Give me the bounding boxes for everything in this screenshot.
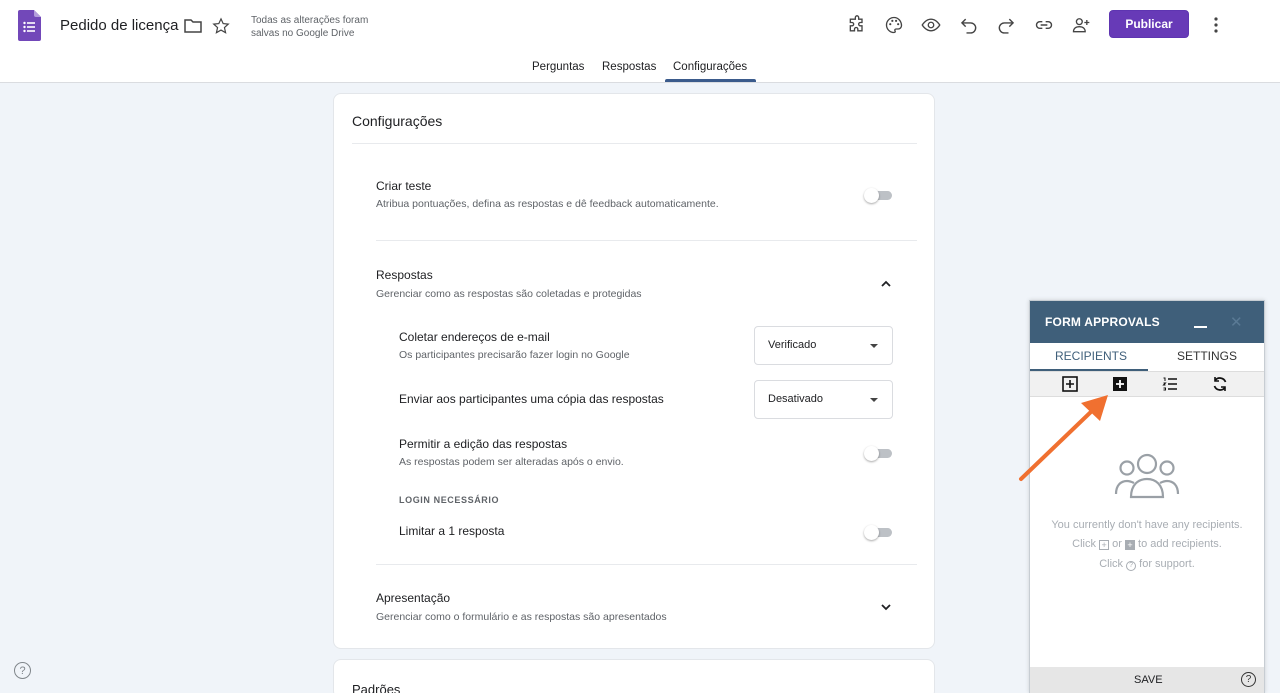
tab-respostas[interactable]: Respostas bbox=[602, 61, 656, 73]
list-ordered-icon[interactable] bbox=[1162, 376, 1178, 392]
quiz-title: Criar teste bbox=[376, 179, 432, 193]
divider bbox=[376, 564, 917, 565]
tab-recipients[interactable]: RECIPIENTS bbox=[1055, 349, 1127, 363]
add-collaborator-icon[interactable] bbox=[1069, 13, 1093, 37]
collect-email-subtitle: Os participantes precisarão fazer login … bbox=[399, 349, 630, 361]
send-copy-select[interactable]: Desativado bbox=[754, 380, 893, 419]
login-required-label: LOGIN NECESSÁRIO bbox=[399, 495, 500, 505]
collect-email-title: Coletar endereços de e-mail bbox=[399, 330, 550, 344]
defaults-title: Padrões bbox=[352, 682, 401, 693]
responses-title: Respostas bbox=[376, 268, 433, 282]
divider bbox=[352, 143, 917, 144]
panel-tabs: RECIPIENTS SETTINGS bbox=[1030, 343, 1264, 371]
tab-configuracoes[interactable]: Configurações bbox=[673, 61, 747, 73]
chevron-up-icon[interactable] bbox=[879, 277, 893, 291]
presentation-subtitle: Gerenciar como o formulário e as respost… bbox=[376, 611, 667, 623]
minimize-icon[interactable] bbox=[1194, 326, 1207, 328]
save-status: Todas as alterações foram salvas no Goog… bbox=[251, 15, 369, 39]
panel-title: FORM APPROVALS bbox=[1045, 315, 1160, 329]
send-copy-value: Desativado bbox=[768, 393, 824, 405]
help-icon[interactable]: ? bbox=[14, 662, 31, 679]
palette-icon[interactable] bbox=[882, 13, 906, 37]
google-forms-logo-icon[interactable] bbox=[18, 10, 41, 41]
settings-title: Configurações bbox=[352, 113, 443, 129]
people-group-icon bbox=[1114, 453, 1180, 499]
tab-settings[interactable]: SETTINGS bbox=[1177, 349, 1237, 363]
panel-header: FORM APPROVALS ✕ bbox=[1030, 301, 1264, 343]
allow-edit-title: Permitir a edição das respostas bbox=[399, 437, 568, 451]
active-tab-indicator bbox=[665, 79, 756, 82]
publish-button[interactable]: Publicar bbox=[1109, 10, 1189, 38]
empty-hint-support: Click ? for support. bbox=[1099, 558, 1195, 571]
settings-card: Configurações Criar teste Atribua pontua… bbox=[333, 93, 935, 649]
help-icon[interactable]: ? bbox=[1241, 672, 1256, 687]
empty-hint-add: Click + or + to add recipients. bbox=[1072, 538, 1222, 550]
panel-footer: SAVE ? bbox=[1030, 667, 1264, 693]
dropdown-caret-icon bbox=[870, 398, 878, 402]
chevron-down-icon[interactable] bbox=[879, 600, 893, 614]
link-icon[interactable] bbox=[1032, 13, 1056, 37]
more-vert-icon[interactable] bbox=[1204, 13, 1228, 37]
collect-email-value: Verificado bbox=[768, 339, 817, 351]
folder-icon[interactable] bbox=[183, 16, 203, 36]
limit-one-title: Limitar a 1 resposta bbox=[399, 524, 505, 538]
help-mini-icon: ? bbox=[1126, 561, 1137, 571]
quiz-toggle[interactable] bbox=[864, 188, 894, 203]
refresh-icon[interactable] bbox=[1212, 376, 1228, 392]
limit-one-toggle[interactable] bbox=[864, 525, 894, 540]
allow-edit-subtitle: As respostas podem ser alteradas após o … bbox=[399, 456, 624, 468]
defaults-card: Padrões bbox=[333, 659, 935, 693]
allow-edit-toggle[interactable] bbox=[864, 446, 894, 461]
empty-message: You currently don't have any recipients. bbox=[1051, 519, 1243, 531]
quiz-subtitle: Atribua pontuações, defina as respostas … bbox=[376, 198, 719, 210]
divider bbox=[376, 240, 917, 241]
undo-icon[interactable] bbox=[957, 13, 981, 37]
document-title[interactable]: Pedido de licença bbox=[60, 17, 178, 34]
redo-icon[interactable] bbox=[994, 13, 1018, 37]
tab-perguntas[interactable]: Perguntas bbox=[532, 61, 584, 73]
responses-subtitle: Gerenciar como as respostas são coletada… bbox=[376, 288, 642, 300]
annotation-arrow-icon bbox=[1019, 395, 1108, 481]
preview-eye-icon[interactable] bbox=[919, 13, 943, 37]
dropdown-caret-icon bbox=[870, 344, 878, 348]
presentation-title: Apresentação bbox=[376, 591, 451, 605]
send-copy-title: Enviar aos participantes uma cópia das r… bbox=[399, 392, 664, 406]
form-approvals-panel: FORM APPROVALS ✕ RECIPIENTS SETTINGS You… bbox=[1029, 300, 1265, 693]
collect-email-select[interactable]: Verificado bbox=[754, 326, 893, 365]
add-filled-mini-icon: + bbox=[1124, 540, 1135, 550]
add-outline-mini-icon: + bbox=[1099, 540, 1110, 550]
addon-puzzle-icon[interactable] bbox=[845, 13, 869, 37]
form-tabs: Perguntas Respostas Configurações bbox=[0, 58, 1280, 83]
save-button[interactable]: SAVE bbox=[1134, 674, 1163, 686]
star-icon[interactable] bbox=[211, 16, 231, 36]
close-icon[interactable]: ✕ bbox=[1230, 313, 1243, 331]
app-header: Pedido de licença Todas as alterações fo… bbox=[0, 0, 1280, 83]
